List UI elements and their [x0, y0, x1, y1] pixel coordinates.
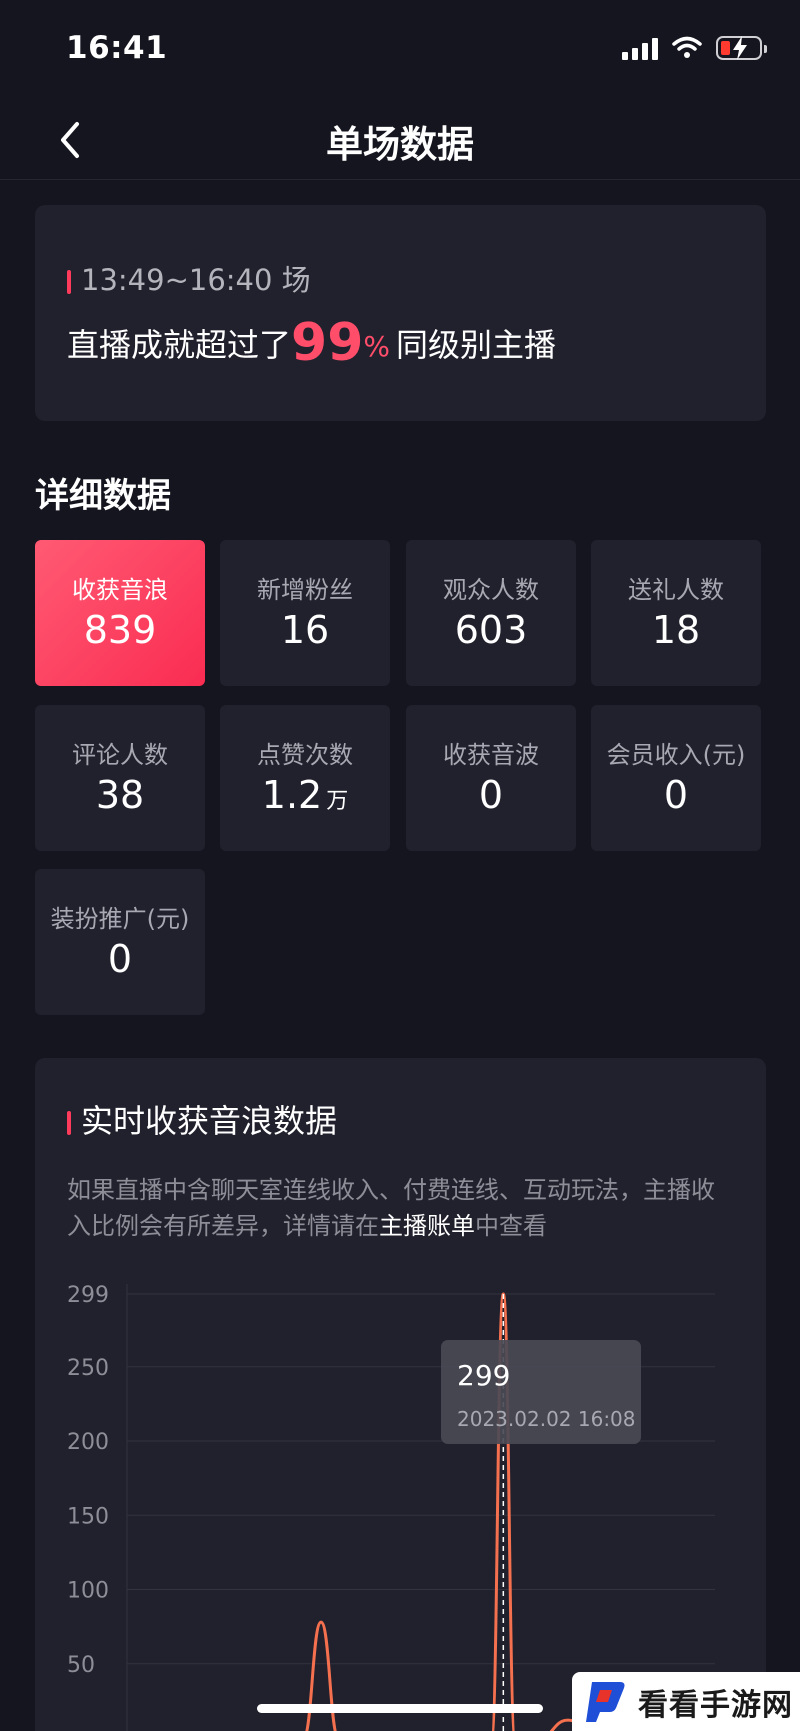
stat-value: 1.2 万 [261, 773, 349, 817]
stat-value: 603 [454, 608, 528, 652]
stat-value: 839 [83, 608, 157, 652]
stat-label: 点赞次数 [257, 741, 353, 769]
summary-card: 13:49~16:40 场 直播成就超过了99% 同级别主播 [35, 205, 766, 421]
battery-charging-icon [716, 36, 767, 60]
chart-tooltip: 299 2023.02.02 16:08 [441, 1340, 641, 1444]
y-tick-label: 200 [67, 1430, 109, 1455]
y-tick-label: 150 [67, 1504, 109, 1529]
page: 16:41 单场数据 13:49~16:40 场 直播成就超过了99% 同级别主… [0, 0, 800, 1731]
achievement-suffix: 同级别主播 [396, 326, 557, 364]
stat-value: 0 [107, 937, 133, 981]
stat-card-commenters[interactable]: 评论人数 38 [35, 705, 205, 851]
accent-bar [67, 270, 71, 294]
stat-value: 0 [663, 773, 689, 817]
stat-value: 16 [280, 608, 330, 652]
page-title: 单场数据 [326, 123, 474, 166]
stat-card-new-fans[interactable]: 新增粉丝 16 [220, 540, 390, 686]
wifi-icon [672, 36, 702, 58]
nav-bar: 单场数据 [0, 100, 800, 180]
achievement-text: 直播成就超过了99% 同级别主播 [67, 313, 556, 373]
stat-value: 0 [478, 773, 504, 817]
stat-card-decoration-promo[interactable]: 装扮推广(元) 0 [35, 869, 205, 1015]
status-time: 16:41 [66, 30, 168, 66]
home-indicator [257, 1704, 543, 1713]
status-icons [622, 36, 767, 60]
stat-label: 观众人数 [443, 576, 539, 604]
stat-label: 装扮推广(元) [50, 905, 190, 933]
achievement-percent: 99 [291, 313, 364, 373]
watermark-text: 看看手游网 [638, 1687, 793, 1723]
details-section-title: 详细数据 [35, 476, 171, 516]
stat-label: 会员收入(元) [606, 741, 746, 769]
watermark: 看看手游网 [572, 1672, 800, 1731]
realtime-chart-card: 实时收获音浪数据 如果直播中含聊天室连线收入、付费连线、互动玩法，主播收入比例会… [35, 1058, 766, 1731]
cellular-signal-icon [622, 36, 658, 60]
watermark-logo-icon [586, 1681, 625, 1722]
stat-label: 评论人数 [72, 741, 168, 769]
achievement-prefix: 直播成就超过了 [67, 326, 292, 364]
stat-card-member-income[interactable]: 会员收入(元) 0 [591, 705, 761, 851]
status-bar: 16:41 [0, 0, 800, 100]
y-tick-label: 250 [67, 1356, 109, 1381]
y-tick-label: 299 [67, 1283, 109, 1308]
stat-unit: 万 [326, 789, 349, 814]
stat-label: 新增粉丝 [257, 576, 353, 604]
session-label: 13:49~16:40 场 [81, 263, 311, 297]
stat-card-gift-givers[interactable]: 送礼人数 18 [591, 540, 761, 686]
tooltip-value: 299 [457, 1359, 510, 1392]
stat-label: 送礼人数 [628, 576, 724, 604]
achievement-percent-sign: % [363, 330, 390, 363]
session-time: 13:49~16:40 场 [67, 257, 311, 299]
y-tick-label: 100 [67, 1579, 109, 1604]
stat-label: 收获音波 [443, 741, 539, 769]
stat-card-viewers[interactable]: 观众人数 603 [406, 540, 576, 686]
stat-card-sound-waves[interactable]: 收获音浪 839 [35, 540, 205, 686]
stat-card-sound-waves-bo[interactable]: 收获音波 0 [406, 705, 576, 851]
stat-card-likes[interactable]: 点赞次数 1.2 万 [220, 705, 390, 851]
realtime-line-chart[interactable]: 299 250 200 150 100 50 299 2023.02.02 16:08 [35, 1058, 766, 1731]
stat-label: 收获音浪 [72, 576, 168, 604]
y-tick-label: 50 [67, 1653, 95, 1678]
stat-value: 18 [651, 608, 701, 652]
tooltip-time: 2023.02.02 16:08 [457, 1407, 636, 1431]
stat-value: 38 [95, 773, 145, 817]
